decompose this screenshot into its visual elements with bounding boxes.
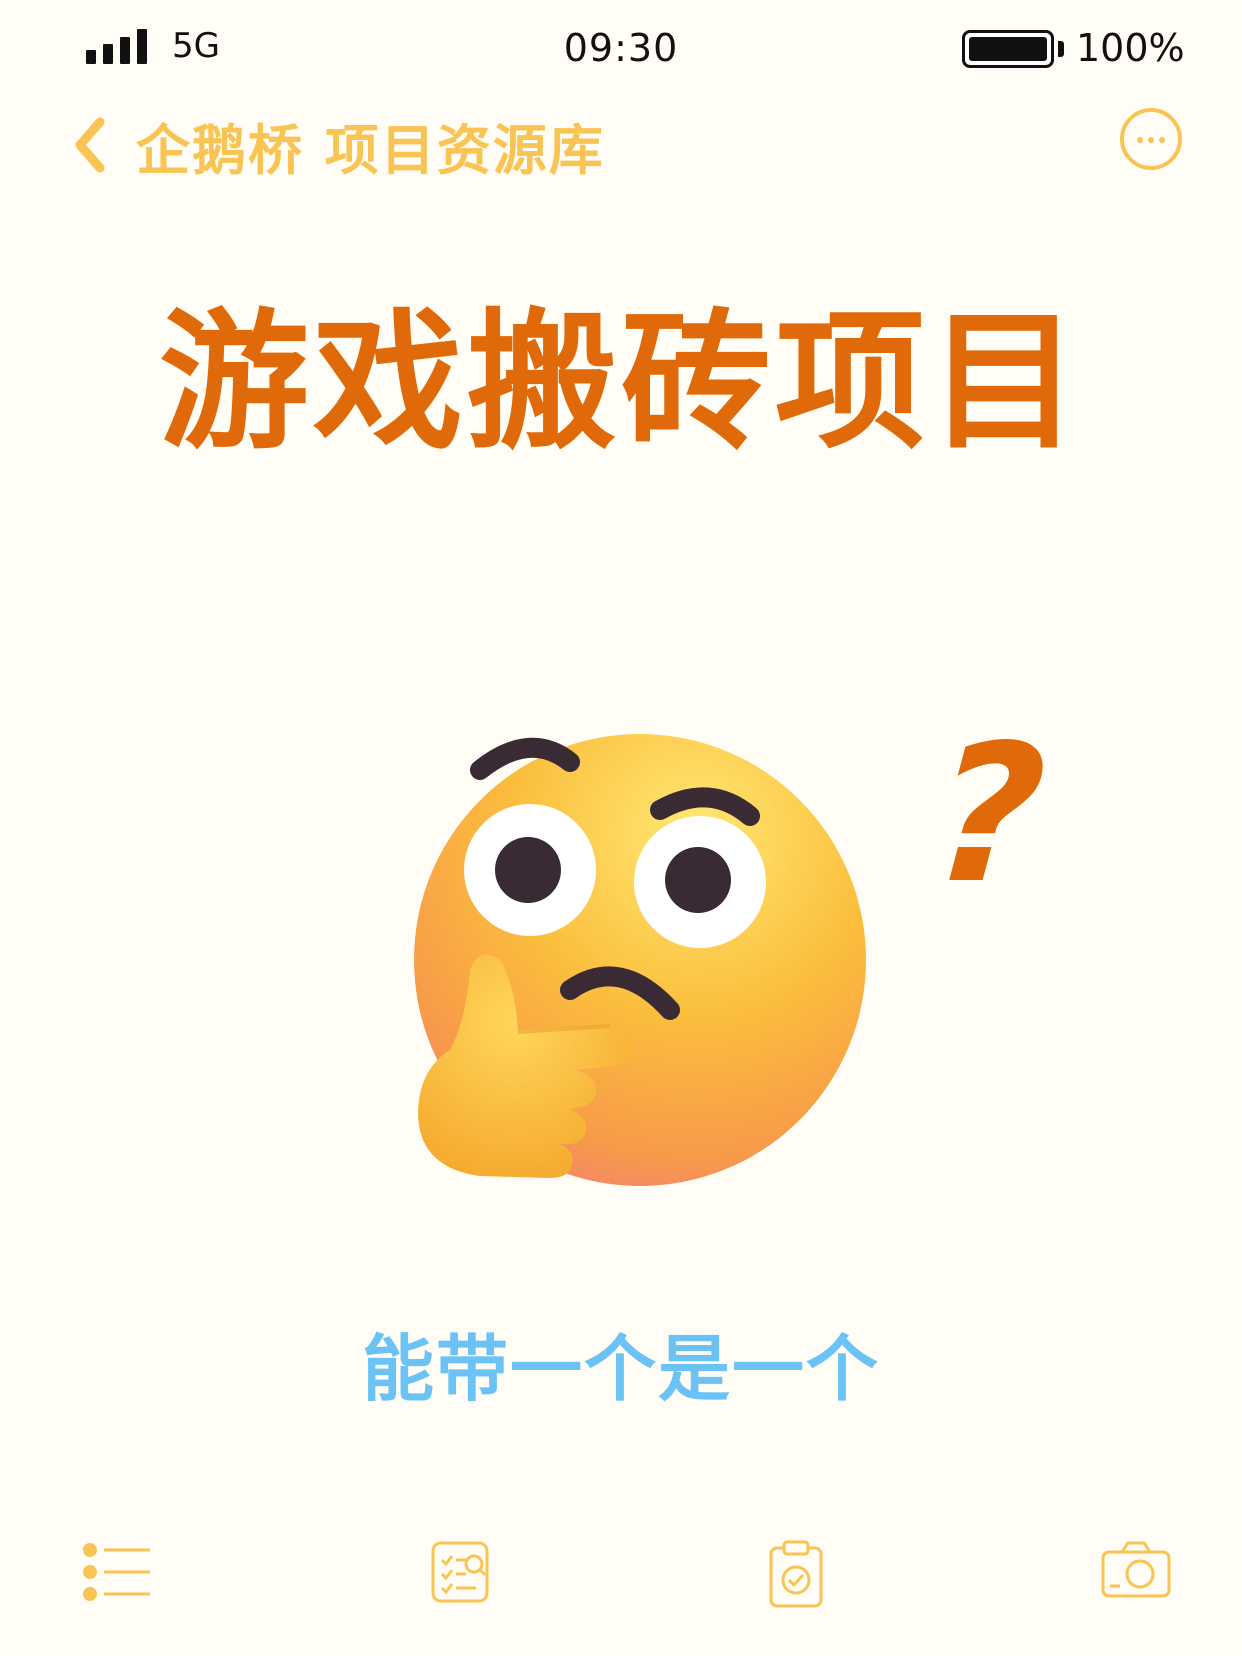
more-horizontal-icon (1137, 137, 1143, 143)
navigation-bar: 企鹅桥 项目资源库 (0, 100, 1242, 210)
clipboard-check-icon[interactable] (768, 1540, 824, 1608)
battery-icon (962, 30, 1054, 68)
status-time: 09:30 (563, 26, 679, 70)
status-bar: 5G 09:30 100% (0, 0, 1242, 100)
thinking-face-icon (414, 734, 866, 1186)
more-dot (1159, 137, 1165, 143)
more-dot (1148, 137, 1154, 143)
battery-cap (1058, 41, 1064, 57)
bottom-tab-bar (0, 1540, 1242, 1640)
headline: 游戏搬砖项目 (158, 296, 1083, 470)
camera-icon[interactable] (1100, 1540, 1172, 1600)
subtitle: 能带一个是一个 (361, 1327, 880, 1411)
chevron-left-icon[interactable] (66, 110, 116, 180)
question-mark: ? (926, 704, 1052, 925)
battery-level (969, 37, 1047, 61)
battery-percent: 100% (1076, 26, 1185, 70)
page-title: 企鹅桥 项目资源库 (136, 119, 605, 182)
more-button[interactable] (1120, 108, 1182, 170)
list-icon[interactable] (82, 1540, 154, 1604)
checklist-search-icon[interactable] (430, 1540, 490, 1604)
